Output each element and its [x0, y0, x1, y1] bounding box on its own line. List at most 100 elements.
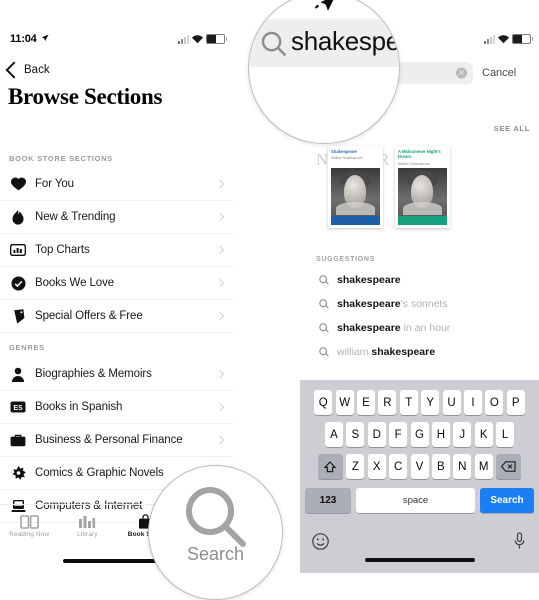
- key-x[interactable]: X: [367, 454, 386, 479]
- sidebar-item-for-you[interactable]: For You: [0, 168, 233, 201]
- check-badge-icon: [10, 275, 26, 291]
- open-book-icon: [19, 514, 39, 529]
- key-p[interactable]: P: [506, 390, 525, 415]
- back-label: Back: [24, 64, 50, 76]
- key-search[interactable]: Search: [480, 488, 534, 513]
- wifi-icon: [498, 35, 509, 44]
- key-i[interactable]: I: [463, 390, 482, 415]
- tab-reading-now[interactable]: Reading Now: [0, 505, 58, 547]
- on-screen-keyboard: Q W E R T Y U I O P A S D F G H J K L Z …: [300, 380, 539, 573]
- suggestions-list: shakespeare shakespeare's sonnets shakes…: [300, 268, 539, 364]
- backspace-icon[interactable]: [496, 454, 522, 479]
- key-e[interactable]: E: [357, 390, 376, 415]
- tab-label: Library: [77, 531, 98, 538]
- search-icon: [319, 323, 329, 333]
- sidebar-item-top-charts[interactable]: Top Charts: [0, 234, 233, 267]
- suggestion-text: william shakespeare: [337, 346, 435, 358]
- cover-author: William Shakespeare: [331, 156, 363, 161]
- key-q[interactable]: Q: [314, 390, 333, 415]
- chevron-right-icon: [215, 435, 225, 445]
- see-all-button[interactable]: SEE ALL: [494, 124, 530, 133]
- book-cover-item[interactable]: Shakespeare William Shakespeare: [328, 146, 383, 228]
- suggestion-match: shakespeare: [337, 274, 401, 286]
- chevron-right-icon: [215, 402, 225, 412]
- key-space[interactable]: space: [356, 488, 475, 513]
- search-icon: [319, 299, 329, 309]
- emoji-icon[interactable]: [312, 533, 329, 550]
- key-l[interactable]: L: [496, 422, 515, 447]
- chevron-right-icon: [215, 311, 225, 321]
- chevron-right-icon: [215, 278, 225, 288]
- chevron-right-icon: [215, 369, 225, 379]
- suggestion-item[interactable]: shakespeare's sonnets: [300, 292, 539, 316]
- shift-icon[interactable]: [317, 454, 343, 479]
- key-k[interactable]: K: [474, 422, 493, 447]
- keyboard-row-2: A S D F G H J K L: [300, 422, 539, 447]
- magnified-tab-label: Search: [186, 544, 245, 564]
- book-cover-strip: Shakespeare William Shakespeare A Midsum…: [328, 146, 450, 228]
- search-icon: [185, 486, 247, 548]
- key-r[interactable]: R: [378, 390, 397, 415]
- clear-circle-icon[interactable]: ✕: [456, 67, 467, 79]
- key-a[interactable]: A: [324, 422, 343, 447]
- library-shelf-icon: [78, 514, 96, 529]
- flame-icon: [10, 209, 26, 225]
- search-icon: [319, 347, 329, 357]
- sidebar-item-special-offers[interactable]: Special Offers & Free: [0, 300, 233, 333]
- key-u[interactable]: U: [442, 390, 461, 415]
- svg-text:ES: ES: [13, 405, 23, 412]
- keyboard-bottom-bar: [300, 525, 539, 573]
- key-v[interactable]: V: [410, 454, 429, 479]
- sidebar-item-biographies[interactable]: Biographies & Memoirs: [0, 358, 233, 391]
- suggestions-header: SUGGESTIONS: [316, 256, 376, 263]
- sidebar-item-label: Comics & Graphic Novels: [35, 467, 164, 479]
- key-b[interactable]: B: [431, 454, 450, 479]
- key-j[interactable]: J: [453, 422, 472, 447]
- keyboard-row-3: Z X C V B N M: [300, 454, 539, 479]
- keyboard-row-4: 123 space Search: [300, 488, 539, 513]
- key-f[interactable]: F: [389, 422, 408, 447]
- key-s[interactable]: S: [346, 422, 365, 447]
- sidebar-item-label: Business & Personal Finance: [35, 434, 183, 446]
- section-header-bookstore: BOOK STORE SECTIONS: [9, 154, 114, 163]
- person-icon: [10, 366, 26, 382]
- suggestion-match: shakespeare: [371, 346, 436, 358]
- cover-title: A Midsummer Night's Dream: [398, 149, 441, 160]
- shakespeare-portrait-image: [331, 168, 380, 225]
- key-o[interactable]: O: [485, 390, 504, 415]
- key-g[interactable]: G: [410, 422, 429, 447]
- book-cover-item[interactable]: A Midsummer Night's Dream William Shakes…: [395, 146, 450, 228]
- key-m[interactable]: M: [474, 454, 493, 479]
- key-numbers[interactable]: 123: [305, 488, 351, 513]
- suggestion-item[interactable]: shakespeare in an hour: [300, 316, 539, 340]
- sidebar-item-label: For You: [35, 178, 74, 190]
- suggestion-item[interactable]: william shakespeare: [300, 340, 539, 364]
- cancel-button[interactable]: Cancel: [482, 67, 516, 79]
- suggestion-text: shakespeare: [337, 274, 401, 286]
- suggestion-item[interactable]: shakespeare: [300, 268, 539, 292]
- keyboard-row-1: Q W E R T Y U I O P: [300, 390, 539, 415]
- chart-card-icon: [10, 242, 26, 258]
- key-h[interactable]: H: [431, 422, 450, 447]
- sidebar-item-books-we-love[interactable]: Books We Love: [0, 267, 233, 300]
- sidebar-item-books-in-spanish[interactable]: ES Books in Spanish: [0, 391, 233, 424]
- key-t[interactable]: T: [399, 390, 418, 415]
- back-button[interactable]: Back: [4, 61, 50, 79]
- key-y[interactable]: Y: [421, 390, 440, 415]
- sidebar-item-new-trending[interactable]: New & Trending: [0, 201, 233, 234]
- suggestion-prefix: william: [337, 346, 372, 358]
- key-w[interactable]: W: [335, 390, 354, 415]
- magnified-search-text: shakespea: [291, 26, 400, 56]
- tab-library[interactable]: Library: [58, 505, 116, 547]
- key-n[interactable]: N: [453, 454, 472, 479]
- key-z[interactable]: Z: [346, 454, 365, 479]
- suggestion-match: shakespeare: [337, 298, 401, 310]
- page-title: Browse Sections: [8, 84, 163, 109]
- search-icon: [261, 31, 287, 57]
- key-d[interactable]: D: [367, 422, 386, 447]
- key-c[interactable]: C: [389, 454, 408, 479]
- cover-author: William Shakespeare: [398, 161, 430, 166]
- microphone-icon[interactable]: [514, 532, 525, 550]
- cover-title: Shakespeare: [331, 149, 357, 154]
- sidebar-item-business-finance[interactable]: Business & Personal Finance: [0, 424, 233, 457]
